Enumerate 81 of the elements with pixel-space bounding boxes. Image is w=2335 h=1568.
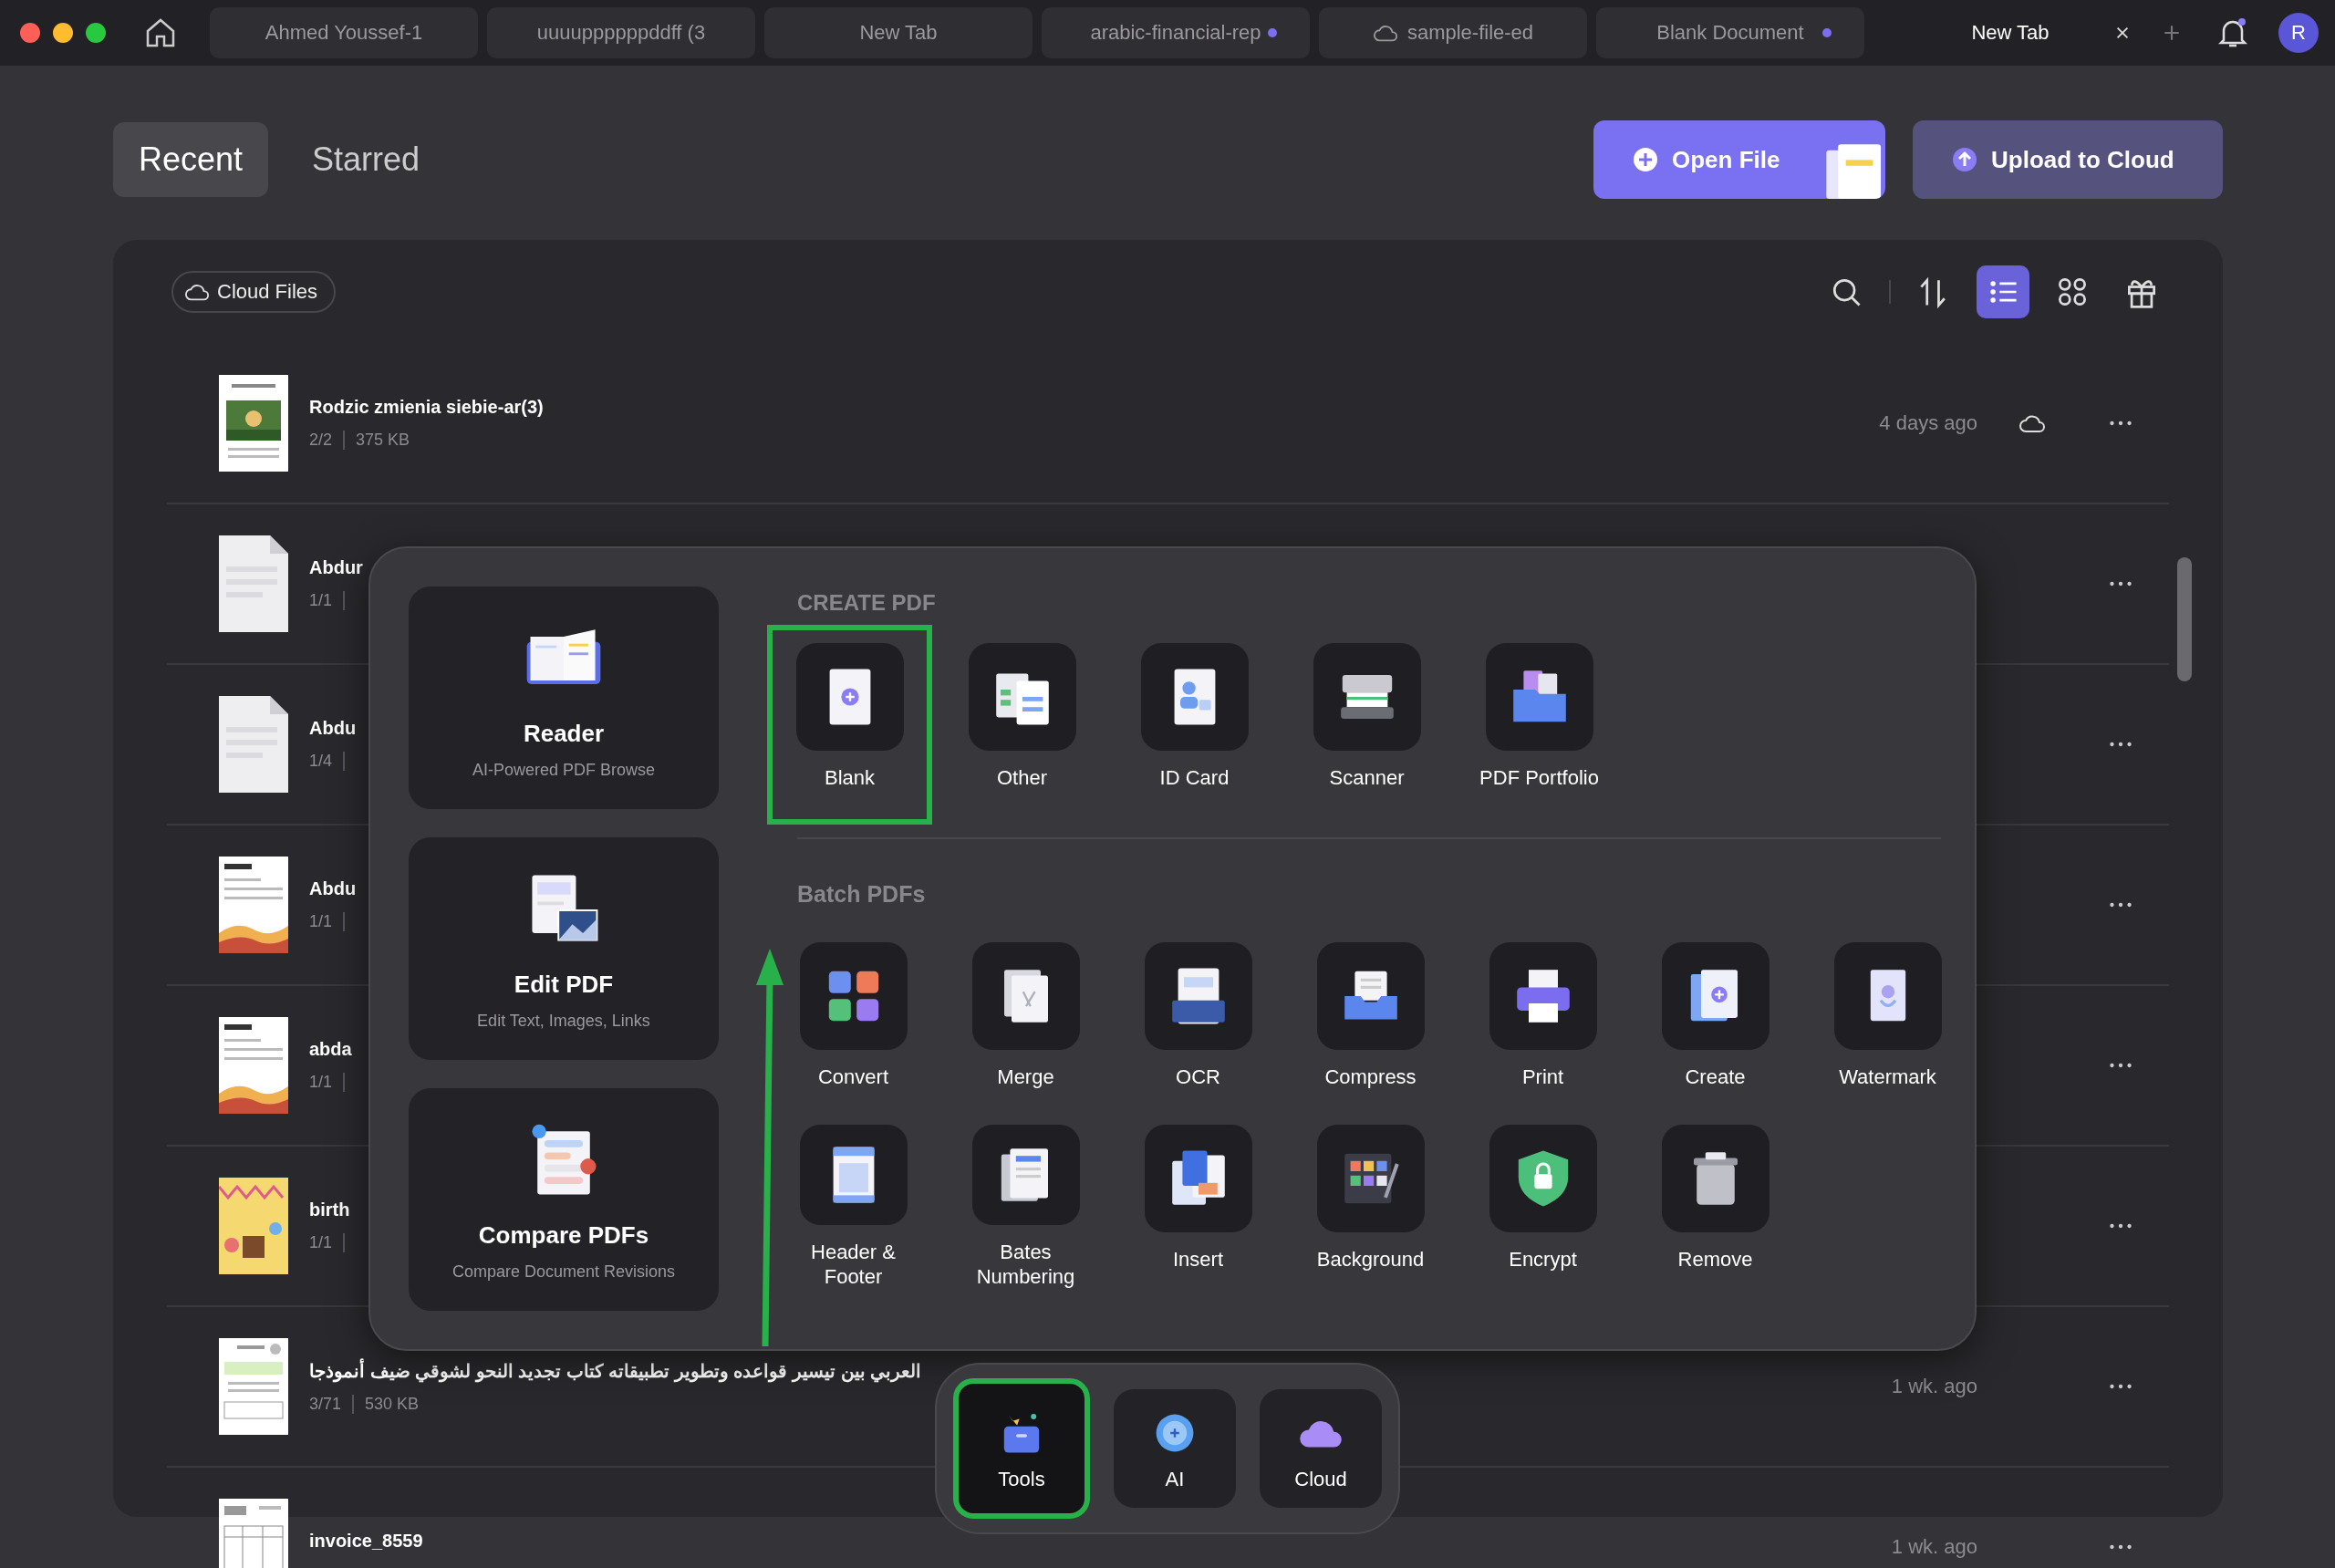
modified-date: 1 wk. ago [1891,1375,1977,1398]
more-icon[interactable] [2109,901,2133,909]
cloud-icon [184,282,210,302]
section-heading: Batch PDFs [797,881,927,908]
file-name[interactable]: Abdu [309,718,357,739]
tool-item[interactable]: Encrypt [1474,1121,1612,1303]
unsaved-dot [1268,28,1277,37]
browser-tab[interactable]: New Tab [1873,7,2147,58]
cloud-icon [2018,413,2046,433]
more-icon[interactable] [2109,1062,2133,1069]
file-name[interactable]: Abdur [309,557,363,578]
more-icon[interactable] [2109,580,2133,587]
tool-item[interactable]: OCR [1129,939,1267,1121]
more-icon[interactable] [2109,1222,2133,1230]
selected-view-button[interactable] [1977,265,2029,318]
dock-item[interactable]: Tools [953,1378,1090,1519]
page-count: 1/4 [309,752,346,771]
tool-item[interactable]: Header & Footer [784,1121,922,1303]
browser-tab[interactable]: uuuuppppppddff (3 [487,7,755,58]
browser-tab[interactable]: arabic-financial-rep [1042,7,1310,58]
modified-date: 4 days ago [1879,411,1977,435]
zoom-window-button[interactable] [86,23,106,43]
minimize-window-button[interactable] [53,23,73,43]
tool-item[interactable]: Insert [1129,1121,1267,1303]
tool-item[interactable]: Create [1646,939,1784,1121]
tool-item[interactable]: Watermark [1819,939,1956,1121]
tool-item[interactable]: Remove [1646,1121,1784,1303]
page-count: 3/71 [309,1394,355,1414]
browser-tab[interactable]: Blank Document [1596,7,1864,58]
page-count: 1/1 [309,1233,346,1252]
browser-tab[interactable]: New Tab [764,7,1033,58]
plus-circle-icon [1632,146,1659,173]
upload-icon [1951,146,1978,173]
file-name[interactable]: invoice_8559 [309,1530,423,1552]
close-icon[interactable] [2114,25,2131,41]
unsaved-dot [1822,28,1832,37]
tool-item[interactable]: Merge [957,939,1095,1121]
new-tab-icon[interactable] [2162,23,2182,43]
tool-card[interactable]: Edit PDF Edit Text, Images, Links [409,837,719,1060]
more-icon[interactable] [2109,1383,2133,1390]
page-count: 1/1 [309,591,346,610]
page-count: 1/1 [309,912,346,931]
scrollbar[interactable] [2177,557,2192,681]
more-icon[interactable] [2109,741,2133,748]
modified-date: 1 wk. ago [1891,1535,1977,1559]
browser-tab[interactable]: sample-file-ed [1319,7,1587,58]
upload-button[interactable]: Upload to Cloud [1913,120,2223,199]
view-tab[interactable]: Starred [286,122,446,197]
tool-item[interactable]: ID Card [1112,625,1277,825]
file-size: 530 KB [364,1394,420,1414]
dock-item[interactable]: Cloud [1260,1389,1382,1508]
file-name[interactable]: العربي بين تيسير قواعده وتطوير تطبيقاته كتاب تجديد النحو لشوقي ضيف أنموذجا [309,1359,922,1382]
file-size: 375 KB [355,431,410,450]
tool-item[interactable]: PDF Portfolio [1457,625,1622,825]
file-name[interactable]: abda [309,1039,352,1060]
tool-item[interactable]: Print [1474,939,1612,1121]
file-name[interactable]: Abdu [309,878,357,899]
section-heading: CREATE PDF [797,590,937,616]
more-icon[interactable] [2109,420,2133,427]
tool-item[interactable]: Convert [784,939,922,1121]
tool-card[interactable]: Compare PDFs Compare Document Revisions [409,1088,719,1311]
tool-card[interactable]: Reader AI-Powered PDF Browse [409,587,719,809]
dock-item[interactable]: AI [1114,1389,1236,1508]
tool-item[interactable]: Blank [767,625,932,825]
close-window-button[interactable] [20,23,40,43]
cloud-icon [1372,23,1398,43]
file-name[interactable]: birth [309,1199,350,1220]
view-tab[interactable]: Recent [113,122,269,197]
page-count: 1/1 [309,1073,346,1092]
tool-item[interactable]: Scanner [1284,625,1449,825]
tool-item[interactable]: Bates Numbering [957,1121,1095,1303]
browser-tab[interactable]: Ahmed Youssef-1 [210,7,478,58]
open-file-button[interactable]: Open File [1593,120,1885,199]
file-name[interactable]: Rodzic zmienia siebie-ar(3) [309,397,544,418]
tool-item[interactable]: Background [1302,1121,1439,1303]
user-avatar[interactable]: R [2278,13,2319,53]
tool-item[interactable]: Compress [1302,939,1439,1121]
tool-item[interactable]: Other [939,625,1105,825]
page-count: 2/2 [309,431,346,450]
cloud-files-button[interactable]: Cloud Files [171,271,337,313]
more-icon[interactable] [2109,1543,2133,1551]
